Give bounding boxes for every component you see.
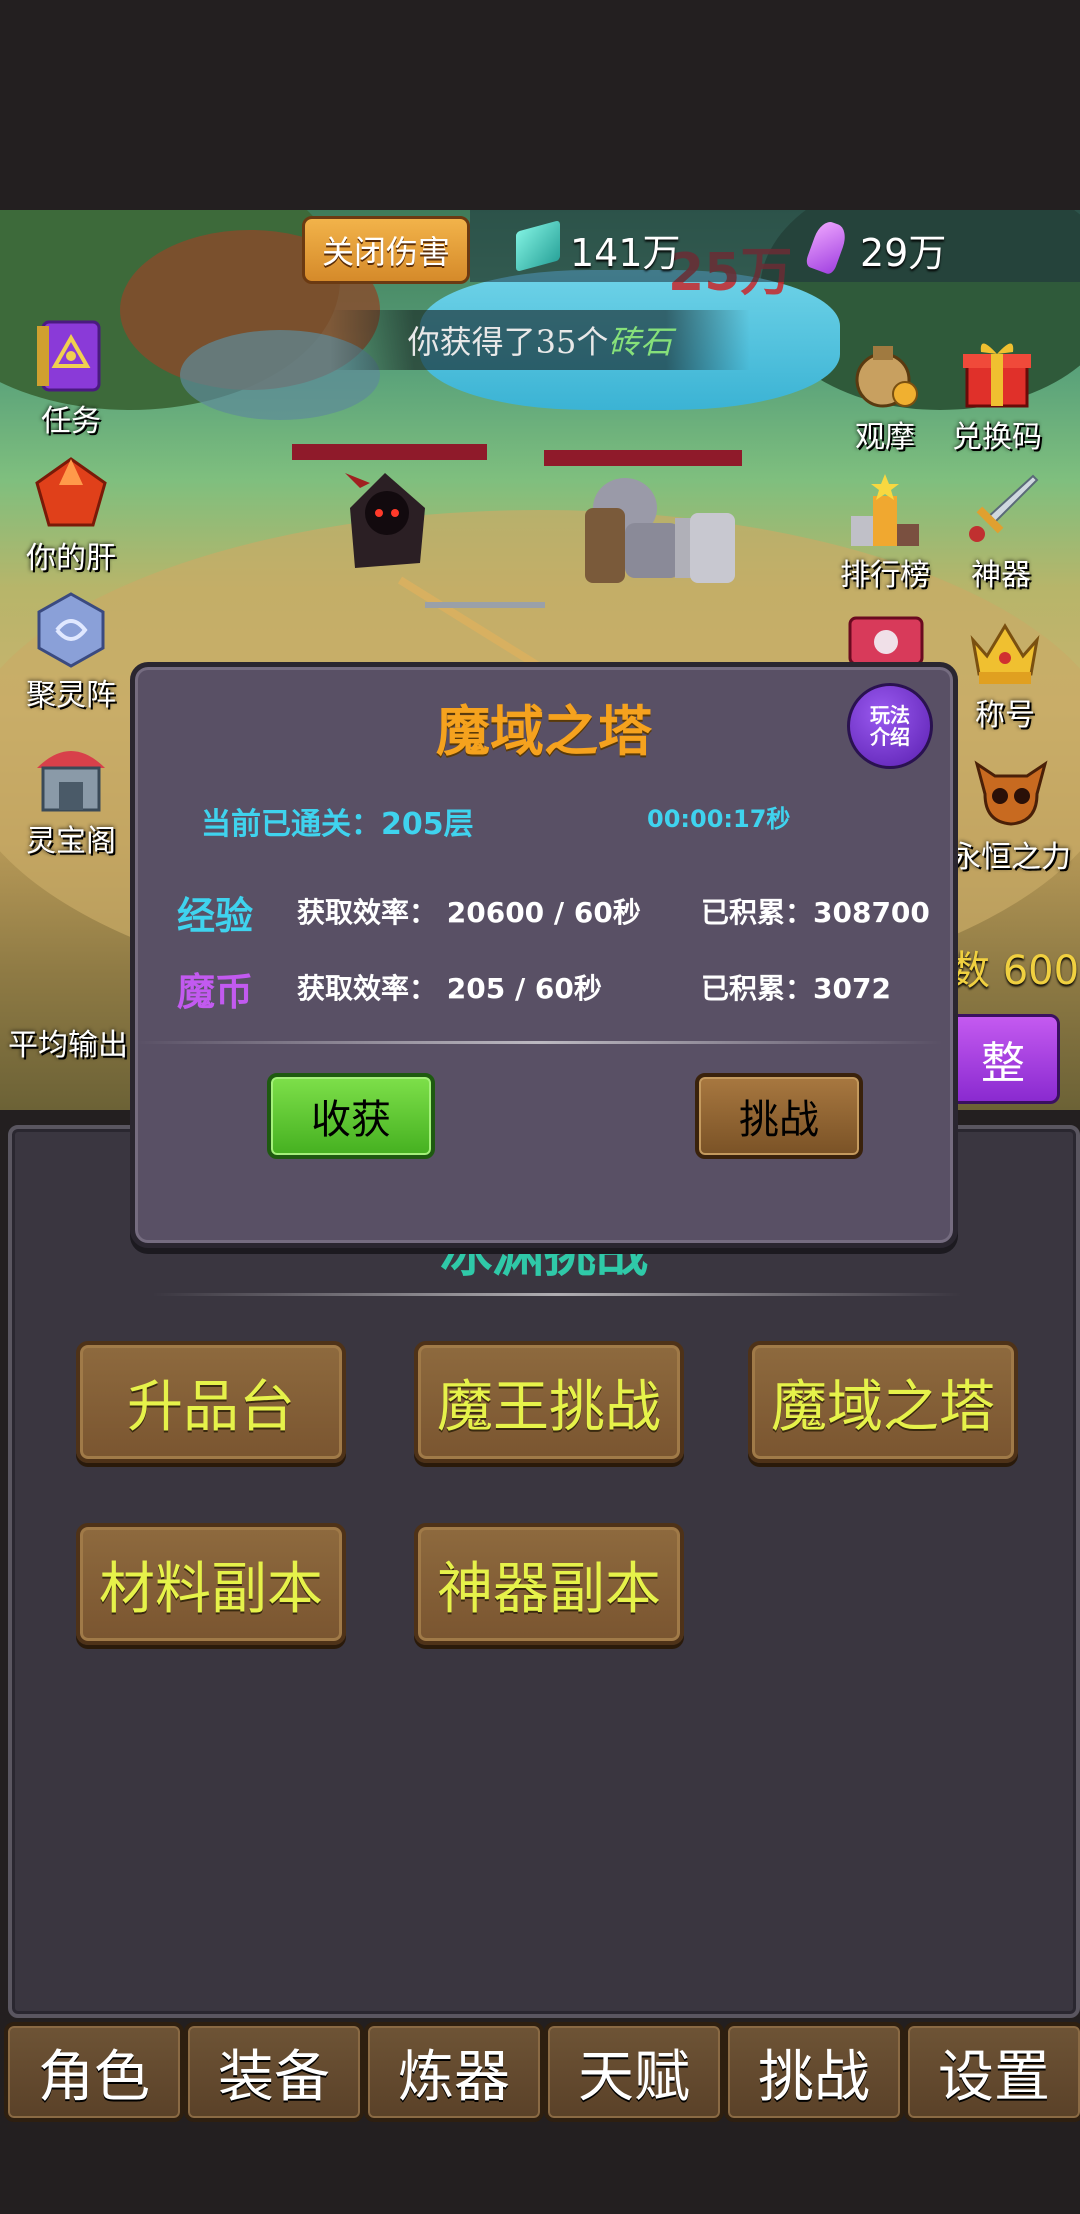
loot-item-name: 砖石 <box>608 323 673 361</box>
exp-label: 经验 <box>177 894 254 938</box>
card-icon[interactable] <box>846 614 926 668</box>
loot-notice-text: 你获得了35个 <box>407 323 609 361</box>
tab-character[interactable]: 角色 <box>4 2022 184 2122</box>
intro-line-1: 玩法 <box>870 703 910 727</box>
dark-mage-enemy <box>335 468 440 578</box>
average-output-label: 平均输出 <box>8 1028 128 1063</box>
menu-observe-label: 观摩 <box>855 420 915 455</box>
crystal-icon <box>804 218 850 276</box>
gameplay-intro-button[interactable]: 玩法 介绍 <box>847 683 933 769</box>
menu-quest[interactable]: 任务 <box>6 318 136 440</box>
coin-total: 已积累：3072 <box>701 972 891 1005</box>
menu-redeem-code[interactable]: 兑换码 <box>932 334 1062 456</box>
tab-settings[interactable]: 设置 <box>904 2022 1080 2122</box>
demon-tower-dialog: 魔域之塔 玩法 介绍 当前已通关：205层 00:00:17秒 经验 获取效率：… <box>130 662 958 1248</box>
harvest-button[interactable]: 收获 <box>267 1073 435 1159</box>
spirit-stone-icon <box>33 592 109 668</box>
menu-spirit-array[interactable]: 聚灵阵 <box>6 592 136 714</box>
sword-icon <box>963 472 1039 548</box>
menu-liver-label: 你的肝 <box>26 541 116 576</box>
knight-hero <box>565 468 745 598</box>
knight-hp-bar <box>544 450 742 466</box>
tab-equipment[interactable]: 装备 <box>184 2022 364 2122</box>
gift-box-icon <box>959 334 1035 410</box>
adjust-button[interactable]: 整 <box>946 1014 1060 1104</box>
menu-title[interactable]: 称号 <box>940 612 1070 734</box>
exp-rate: 获取效率： 20600 / 60秒 <box>297 896 641 929</box>
menu-treasure-pavilion[interactable]: 灵宝阁 <box>6 738 136 860</box>
menu-treasure-pavilion-label: 灵宝阁 <box>26 824 116 859</box>
crystal-amount: 29万 <box>860 231 947 275</box>
menu-leaderboard-label: 排行榜 <box>840 558 930 593</box>
dialog-title: 魔域之塔 <box>436 700 652 763</box>
material-dungeon-button[interactable]: 材料副本 <box>76 1523 346 1645</box>
exp-total: 已积累：308700 <box>701 896 930 929</box>
tab-forge[interactable]: 炼器 <box>364 2022 544 2122</box>
menu-liver[interactable]: 你的肝 <box>6 455 136 577</box>
panel-divider <box>152 1293 962 1296</box>
challenge-button[interactable]: 挑战 <box>695 1073 863 1159</box>
tower-timer: 00:00:17秒 <box>647 805 791 833</box>
coin-rate: 获取效率： 205 / 60秒 <box>297 972 602 1005</box>
diamond-icon <box>516 220 560 272</box>
quest-book-icon <box>33 318 109 394</box>
menu-redeem-code-label: 兑换码 <box>952 420 1042 455</box>
enemy-hp-bar <box>292 444 487 460</box>
demon-tower-button[interactable]: 魔域之塔 <box>748 1341 1018 1463</box>
tab-talent[interactable]: 天赋 <box>544 2022 724 2122</box>
crown-icon <box>967 612 1043 688</box>
loot-notice: 你获得了35个 砖石 <box>330 310 750 370</box>
menu-title-label: 称号 <box>975 698 1035 733</box>
money-bag-icon <box>847 334 923 410</box>
tab-challenge[interactable]: 挑战 <box>724 2022 904 2122</box>
upgrade-platform-button[interactable]: 升品台 <box>76 1341 346 1463</box>
skull-icon <box>973 754 1049 830</box>
menu-spirit-array-label: 聚灵阵 <box>26 678 116 713</box>
coin-label: 魔币 <box>177 970 254 1014</box>
cleared-floors: 当前已通关：205层 <box>201 807 474 842</box>
artifact-dungeon-button[interactable]: 神器副本 <box>414 1523 684 1645</box>
podium-icon <box>847 472 923 548</box>
menu-eternal-power[interactable]: 永恒之力 <box>946 754 1076 876</box>
right-stat-text: 数 600 <box>950 948 1080 994</box>
intro-line-2: 介绍 <box>870 725 910 749</box>
menu-leaderboard[interactable]: 排行榜 <box>820 472 950 594</box>
challenge-panel: 冰渊挑战 升品台 魔王挑战 魔域之塔 材料副本 神器副本 <box>8 1125 1080 2018</box>
menu-quest-label: 任务 <box>41 404 101 439</box>
demon-king-challenge-button[interactable]: 魔王挑战 <box>414 1341 684 1463</box>
red-gem-icon <box>33 455 109 531</box>
close-damage-button[interactable]: 关闭伤害 <box>302 216 470 284</box>
shop-icon <box>33 738 109 814</box>
menu-artifact-label: 神器 <box>971 558 1031 593</box>
diamond-amount: 141万 <box>570 231 681 275</box>
menu-artifact[interactable]: 神器 <box>936 472 1066 594</box>
dialog-divider <box>135 1041 943 1044</box>
resource-bar-bg <box>470 210 1080 282</box>
menu-eternal-power-label: 永恒之力 <box>951 840 1071 875</box>
menu-observe[interactable]: 观摩 <box>820 334 950 456</box>
